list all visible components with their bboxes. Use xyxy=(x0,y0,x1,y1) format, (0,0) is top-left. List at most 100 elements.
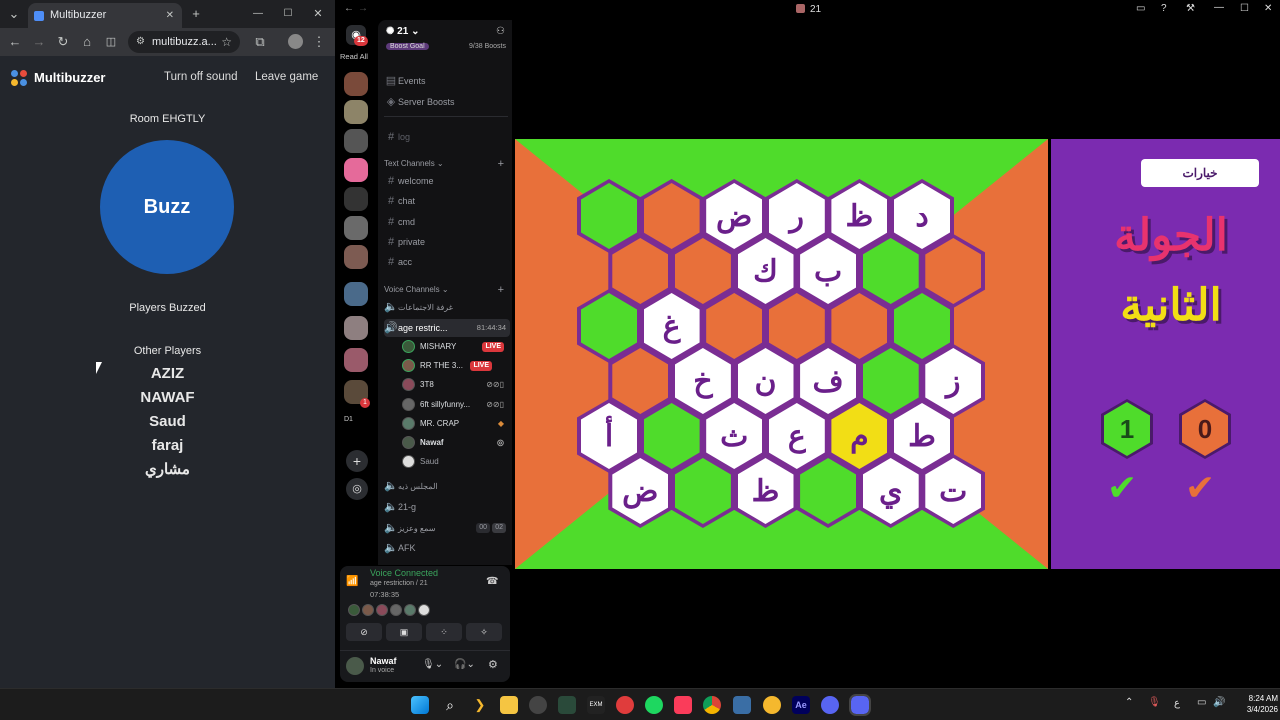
microphone-icon[interactable]: 🎙⌄ xyxy=(422,659,443,670)
screen-share-button[interactable]: ▣ xyxy=(386,623,422,641)
search-icon[interactable]: ⌕ xyxy=(441,696,459,714)
profile-avatar[interactable] xyxy=(288,34,303,49)
tray-chevron-icon[interactable]: ⌃ xyxy=(1125,697,1133,708)
xbox-icon[interactable] xyxy=(558,696,576,714)
server-label[interactable]: D1 xyxy=(344,416,353,423)
server-icon[interactable] xyxy=(344,129,368,153)
voice-user[interactable]: MISHARY LIVE xyxy=(402,338,506,356)
server-header[interactable]: ✺ 21 ⌄ xyxy=(386,26,419,37)
forward-icon[interactable]: → xyxy=(29,28,49,56)
maximize-button[interactable]: ☐ xyxy=(1240,3,1249,14)
signal-icon[interactable]: 📶 xyxy=(346,576,360,590)
split-view-icon[interactable]: ◫ xyxy=(101,28,121,56)
user-name[interactable]: Nawaf xyxy=(370,656,397,666)
start-icon[interactable] xyxy=(411,696,429,714)
channel-chat[interactable]: # chat xyxy=(384,192,510,210)
voice-channels-header[interactable]: Voice Channels ⌄ + xyxy=(384,281,510,299)
disconnect-icon[interactable]: ☎ xyxy=(486,576,498,587)
inbox-icon[interactable]: ▭ xyxy=(1136,3,1145,14)
forward-arrow-icon[interactable]: → xyxy=(358,3,368,14)
settings-gear-icon[interactable]: ⚙ xyxy=(488,658,498,671)
reload-icon[interactable]: ↻ xyxy=(53,28,73,56)
minimize-button[interactable]: — xyxy=(1214,2,1224,13)
site-info-icon[interactable]: ⚙ xyxy=(136,31,145,53)
server-icon[interactable] xyxy=(344,245,368,269)
voice-channel[interactable]: 🔈المجلس ذيه xyxy=(384,477,510,495)
help-icon[interactable]: ? xyxy=(1161,3,1167,14)
bookmark-star-icon[interactable]: ☆ xyxy=(221,31,232,53)
events-link[interactable]: ▤ Events xyxy=(384,72,510,90)
discord-icon[interactable] xyxy=(821,696,839,714)
tools-icon[interactable]: ⚒ xyxy=(1186,3,1195,14)
add-server-icon[interactable]: + xyxy=(346,450,368,472)
read-all-button[interactable]: Read All xyxy=(340,52,368,61)
server-icon[interactable] xyxy=(344,158,368,182)
chrome-menu-icon[interactable]: ⋮ xyxy=(309,28,329,56)
stream-view[interactable]: ضرظدكبغخنفزأثعمطضظيت خيارات الجولة الثان… xyxy=(515,139,1280,569)
emoji-app-icon[interactable] xyxy=(763,696,781,714)
voice-channel[interactable]: 🔈21-g xyxy=(384,498,510,516)
minimize-button[interactable]: — xyxy=(248,0,268,28)
control-panel-icon[interactable] xyxy=(733,696,751,714)
server-icon[interactable] xyxy=(344,187,368,211)
mic-tray-icon[interactable]: 🎙 xyxy=(1148,697,1161,708)
text-channels-header[interactable]: Text Channels ⌄ + xyxy=(384,155,510,173)
clock[interactable]: 8:24 AM 3/4/2026 xyxy=(1232,693,1278,715)
channel-log[interactable]: # log xyxy=(384,128,510,146)
voice-user[interactable]: Saud xyxy=(402,453,506,471)
extensions-icon[interactable]: ⧉ xyxy=(250,28,270,56)
voice-channel[interactable]: 🔈سمع وعزيز 00 02 xyxy=(384,519,510,537)
volume-icon[interactable]: 🔊 xyxy=(1213,697,1225,708)
user-avatar[interactable] xyxy=(346,657,364,675)
music-icon[interactable] xyxy=(674,696,692,714)
obs-icon[interactable] xyxy=(529,696,547,714)
close-window-button[interactable]: ✕ xyxy=(308,0,328,28)
network-icon[interactable]: ▭ xyxy=(1197,697,1206,708)
voice-user[interactable]: 6ft sillyfunny... ⊘⊘▯ xyxy=(402,396,506,414)
voice-channel-path[interactable]: age restriction / 21 xyxy=(370,580,428,587)
avatar[interactable] xyxy=(404,603,416,616)
discord-active-icon[interactable] xyxy=(849,694,871,716)
file-explorer-icon[interactable] xyxy=(500,696,518,714)
server-boosts-link[interactable]: ◈ Server Boosts xyxy=(384,93,510,111)
turn-off-sound-link[interactable]: Turn off sound xyxy=(164,71,238,83)
voice-user[interactable]: RR THE 3... LIVE xyxy=(402,357,506,375)
voice-channel[interactable]: 🔈غرفة الاجتماعات xyxy=(384,298,510,316)
close-button[interactable]: ✕ xyxy=(1264,3,1272,14)
headphones-icon[interactable]: 🎧⌄ xyxy=(454,659,475,670)
spotify-icon[interactable] xyxy=(645,696,663,714)
server-icon[interactable] xyxy=(344,216,368,240)
activities-button[interactable]: ⁘ xyxy=(426,623,462,641)
channel-private[interactable]: # private xyxy=(384,233,510,251)
invite-icon[interactable]: ⚇ xyxy=(496,26,505,37)
media-player-icon[interactable] xyxy=(616,696,634,714)
voice-user[interactable]: MR. CRAP ◆ xyxy=(402,415,506,433)
exm-icon[interactable]: EXM xyxy=(587,696,605,714)
discover-icon[interactable]: ◎ xyxy=(346,478,368,500)
server-icon[interactable] xyxy=(344,100,368,124)
chrome-icon[interactable] xyxy=(703,696,721,714)
channel-cmd[interactable]: # cmd xyxy=(384,213,510,231)
server-icon[interactable] xyxy=(344,316,368,340)
avatar[interactable] xyxy=(390,603,402,616)
copilot-icon[interactable]: ❯ xyxy=(471,696,489,714)
voice-channel-active[interactable]: 🔊age restric... 81:44:34 xyxy=(384,319,510,337)
server-icon[interactable] xyxy=(344,72,368,96)
voice-connected-label[interactable]: Voice Connected xyxy=(370,568,438,578)
maximize-button[interactable]: ☐ xyxy=(278,0,298,28)
avatar[interactable] xyxy=(376,603,388,616)
home-icon[interactable]: ⌂ xyxy=(77,28,97,56)
boost-goal-bar[interactable]: Boost Goal 9/38 Boosts xyxy=(386,43,510,53)
camera-off-button[interactable]: ⊘ xyxy=(346,623,382,641)
orange-check-icon[interactable]: ✔ xyxy=(1185,467,1215,509)
new-tab-button[interactable]: + xyxy=(186,0,206,28)
back-icon[interactable]: ← xyxy=(5,28,25,56)
channel-welcome[interactable]: # welcome xyxy=(384,172,510,190)
options-button[interactable]: خيارات xyxy=(1141,159,1259,187)
leave-game-link[interactable]: Leave game xyxy=(255,71,318,83)
tab-close-icon[interactable]: ✕ xyxy=(166,3,174,28)
avatar[interactable] xyxy=(348,603,360,616)
add-channel-icon[interactable]: + xyxy=(498,155,504,173)
add-channel-icon[interactable]: + xyxy=(498,281,504,299)
voice-channel-afk[interactable]: 🔈AFK xyxy=(384,539,510,557)
